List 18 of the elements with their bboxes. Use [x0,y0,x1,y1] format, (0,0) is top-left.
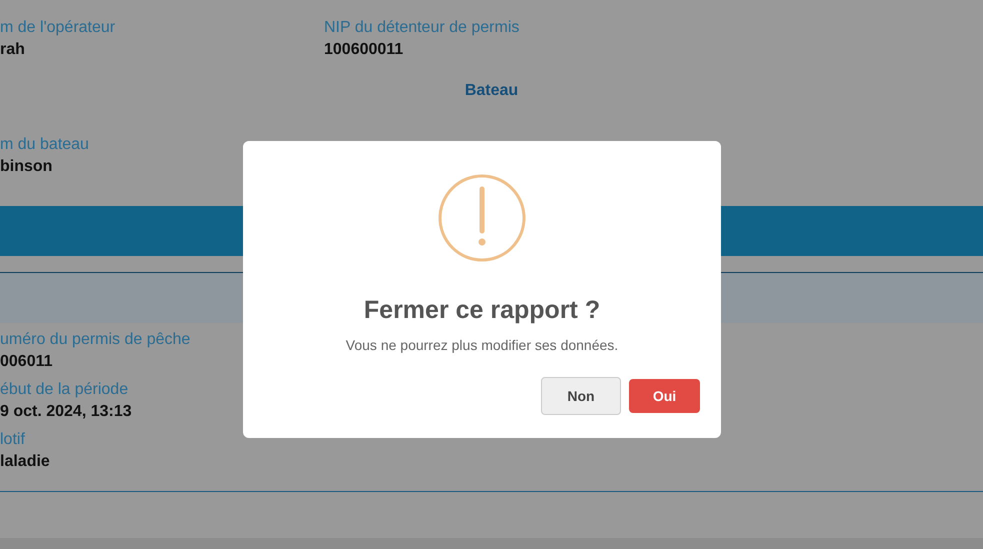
field-value: 100600011 [324,40,404,60]
field-label: ébut de la période [0,380,128,400]
field-label: NIP du détenteur de permis [324,18,520,38]
field-label: m de l'opérateur [0,18,116,38]
field-value: binson [0,157,52,177]
field-value: 006011 [0,352,53,372]
yes-button[interactable]: Oui [629,379,700,413]
no-button[interactable]: Non [541,377,621,415]
field-label: m du bateau [0,135,89,155]
dialog-message: Vous ne pourrez plus modifier ses données. [346,336,618,355]
section-heading: Bateau [464,81,518,101]
field-label: lotif [0,430,25,450]
warning-icon [437,173,527,263]
field-label: uméro du permis de pêche [0,330,190,350]
field-value: 9 oct. 2024, 13:13 [0,402,132,422]
dialog-title: Fermer ce rapport ? [364,295,600,325]
field-value: laladie [0,452,50,472]
field-value: rah [0,40,25,60]
